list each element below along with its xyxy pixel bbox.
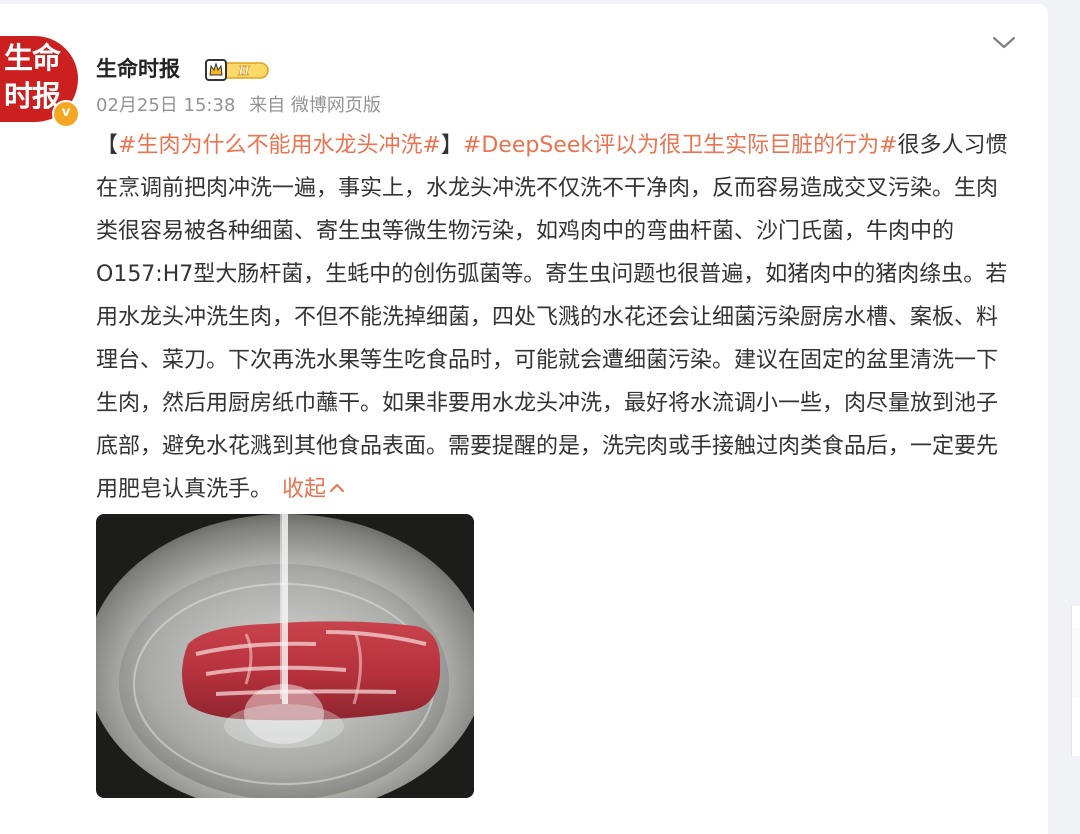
post-meta: 02月25日 15:38 来自 微博网页版: [96, 94, 389, 118]
collapse-button[interactable]: 收起: [282, 477, 345, 502]
topic-link-deepseek[interactable]: #DeepSeek评以为很卫生实际巨脏的行为#: [463, 133, 898, 158]
topic-link-wash-meat[interactable]: #生肉为什么不能用水龙头冲洗#: [118, 133, 441, 158]
chevron-up-icon: [330, 484, 345, 492]
bracket-open: 【: [96, 133, 119, 158]
level-text: II: [237, 64, 250, 78]
chevron-down-icon[interactable]: [990, 32, 1018, 54]
post-image[interactable]: [96, 514, 474, 798]
post-source: 来自 微博网页版: [249, 95, 381, 116]
post-body: 很多人习惯在烹调前把肉冲洗一遍，事实上，水龙头冲洗不仅洗不干净肉，反而容易造成交…: [96, 133, 1008, 502]
post-text: 【#生肉为什么不能用水龙头冲洗#】#DeepSeek评以为很卫生实际巨脏的行为#…: [96, 124, 1012, 511]
collapse-label: 收起: [282, 477, 327, 502]
side-panel-edge-inner: [1072, 628, 1080, 698]
verified-badge-icon: v: [52, 100, 80, 128]
post-time[interactable]: 02月25日 15:38: [96, 95, 235, 116]
avatar-text-bottom: 时报: [4, 79, 61, 113]
username[interactable]: 生命时报: [96, 55, 180, 83]
crown-level-icon[interactable]: II: [204, 58, 270, 82]
avatar-text-top: 生命: [4, 41, 61, 75]
bracket-close: 】: [440, 133, 463, 158]
